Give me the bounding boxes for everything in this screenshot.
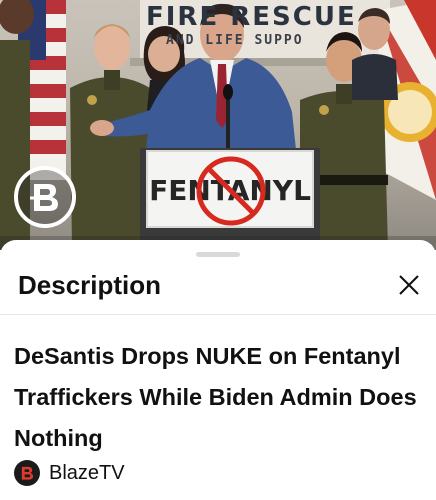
blaze-b-logo-icon bbox=[14, 166, 76, 228]
channel-avatar[interactable] bbox=[14, 460, 40, 486]
officer-left bbox=[70, 24, 152, 250]
drag-handle[interactable] bbox=[196, 252, 240, 257]
channel-name[interactable]: BlazeTV bbox=[49, 462, 125, 485]
video-title: DeSantis Drops NUKE on Fentanyl Traffick… bbox=[14, 343, 417, 451]
podium-sign: FENTANYL bbox=[146, 150, 314, 228]
close-button[interactable] bbox=[392, 268, 426, 302]
banner-text: FIRE RESCUE bbox=[146, 2, 357, 32]
channel-link[interactable]: BlazeTV bbox=[14, 458, 125, 488]
video-player[interactable]: FIRE RESCUE AND LIFE SUPPO FENTANYL bbox=[0, 0, 436, 250]
blaze-b-logo-icon bbox=[21, 466, 34, 480]
no-symbol-icon bbox=[196, 156, 266, 226]
divider bbox=[0, 314, 436, 315]
sheet-title: Description bbox=[18, 270, 162, 300]
close-icon bbox=[399, 275, 419, 295]
sheet-header: Description bbox=[0, 262, 436, 312]
description-sheet: Description DeSantis Drops NUKE on Fenta… bbox=[0, 240, 436, 500]
sub-banner-text: AND LIFE SUPPO bbox=[166, 33, 304, 48]
